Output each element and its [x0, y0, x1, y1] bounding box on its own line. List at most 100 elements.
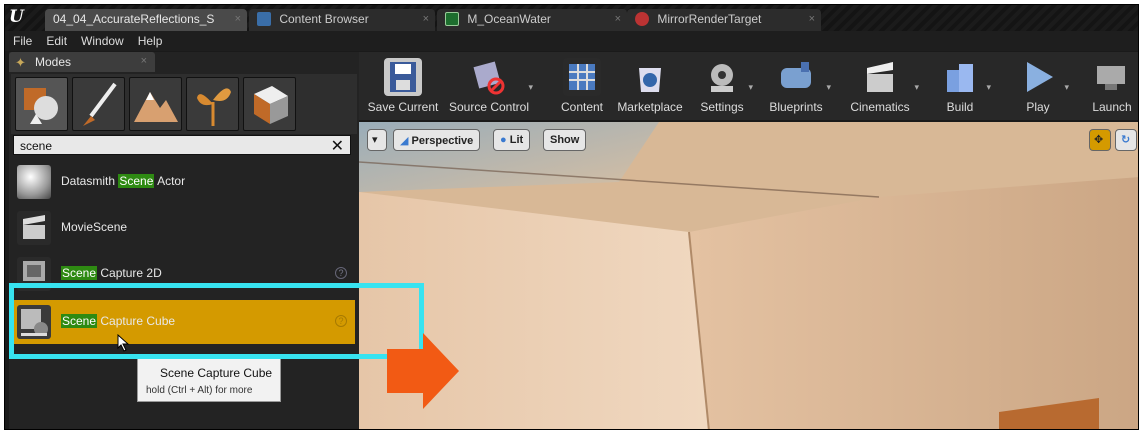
viewport-options-button[interactable]: ▾: [367, 129, 387, 151]
settings-label: Settings: [700, 100, 744, 114]
settings-button[interactable]: Settings ▾: [693, 52, 753, 120]
marketplace-button[interactable]: Marketplace: [613, 52, 687, 120]
close-icon[interactable]: ×: [615, 13, 621, 25]
build-label: Build: [946, 100, 974, 114]
list-item-label: Datasmith Scene Actor: [61, 174, 186, 188]
landscape-mode-button[interactable]: [129, 77, 182, 131]
menu-file[interactable]: File: [5, 31, 38, 48]
play-icon: [1019, 58, 1057, 96]
source-control-button[interactable]: Source Control ▾: [447, 52, 533, 120]
geometry-icon: [254, 86, 288, 124]
chevron-down-icon[interactable]: ▾: [748, 82, 753, 93]
chevron-down-icon[interactable]: ▾: [528, 82, 533, 93]
sphere-icon: [17, 165, 51, 199]
perspective-icon: ◢: [400, 135, 409, 147]
show-label: Show: [550, 134, 580, 146]
lit-label: Lit: [509, 134, 524, 146]
close-icon[interactable]: ×: [809, 13, 815, 25]
foliage-icon: [197, 88, 231, 126]
launch-button[interactable]: Launch: [1085, 52, 1138, 120]
content-button[interactable]: Content: [555, 52, 609, 120]
paint-mode-button[interactable]: [72, 77, 125, 131]
editor-window: U 04_04_AccurateReflections_S × Content …: [4, 4, 1139, 430]
blueprints-icon: [777, 58, 815, 96]
play-label: Play: [1026, 100, 1050, 114]
texture-icon: [635, 12, 649, 26]
menu-bar: File Edit Window Help: [5, 31, 1138, 51]
chevron-down-icon: ▾: [372, 134, 378, 146]
chevron-down-icon[interactable]: ▾: [914, 82, 919, 93]
mode-buttons: [11, 74, 357, 134]
modes-tab-label: Modes: [35, 55, 72, 69]
chevron-down-icon[interactable]: ▾: [826, 82, 831, 93]
rotate-icon: ↻: [1121, 134, 1131, 146]
tab-level[interactable]: 04_04_AccurateReflections_S ×: [45, 9, 247, 31]
rotate-mode-button[interactable]: ↻: [1115, 129, 1137, 151]
chevron-down-icon[interactable]: ▾: [1064, 82, 1069, 93]
grid-icon: [257, 12, 271, 26]
foliage-mode-button[interactable]: [186, 77, 239, 131]
tooltip-hint: hold (Ctrl + Alt) for more: [146, 385, 253, 396]
blueprints-button[interactable]: Blueprints ▾: [763, 52, 831, 120]
marketplace-icon: [631, 58, 669, 96]
launch-label: Launch: [1092, 100, 1132, 114]
list-item-moviescene[interactable]: MovieScene: [13, 206, 355, 250]
source-control-icon: [470, 58, 508, 96]
level-viewport[interactable]: ▾ ◢ Perspective ● Lit Show ✥ ↻: [359, 122, 1138, 429]
cinematics-label: Cinematics: [850, 100, 910, 114]
menu-help[interactable]: Help: [130, 31, 169, 48]
modes-panel: ✦ Modes × scene ✕ Datasmith Scene Actor …: [9, 52, 359, 429]
orange-arrow-icon: [387, 333, 459, 409]
perspective-button[interactable]: ◢ Perspective: [393, 129, 481, 151]
main-toolbar: Save Current Source Control ▾ Content Ma…: [359, 52, 1138, 120]
play-button[interactable]: Play ▾: [1009, 52, 1069, 120]
search-input[interactable]: scene ✕: [13, 135, 351, 155]
close-icon[interactable]: ×: [235, 13, 241, 25]
clapperboard-icon: [17, 211, 51, 245]
tab-ocean-water-label: M_OceanWater: [467, 12, 551, 26]
tab-mirror-render-target-label: MirrorRenderTarget: [657, 12, 762, 26]
place-mode-button[interactable]: [15, 77, 68, 131]
launch-icon: [1093, 58, 1131, 96]
perspective-label: Perspective: [411, 135, 474, 147]
show-button[interactable]: Show: [543, 129, 587, 151]
help-icon[interactable]: ?: [335, 267, 347, 279]
search-value: scene: [20, 139, 53, 153]
tab-content-browser[interactable]: Content Browser ×: [249, 9, 435, 31]
save-current-label: Save Current: [367, 100, 439, 114]
highlight-callout-box: [9, 283, 424, 359]
chevron-down-icon[interactable]: ▾: [986, 82, 991, 93]
translate-mode-button[interactable]: ✥: [1089, 129, 1111, 151]
save-current-button[interactable]: Save Current: [367, 52, 439, 120]
tab-mirror-render-target[interactable]: MirrorRenderTarget ×: [627, 9, 821, 31]
tooltip: Scene Capture Cube hold (Ctrl + Alt) for…: [137, 357, 281, 402]
close-icon[interactable]: ×: [423, 13, 429, 25]
unreal-logo-icon[interactable]: U: [9, 7, 31, 29]
move-icon: ✥: [1094, 134, 1104, 146]
source-control-label: Source Control: [448, 100, 530, 114]
clear-search-icon[interactable]: ✕: [331, 136, 344, 156]
modes-tab[interactable]: ✦ Modes ×: [9, 52, 155, 72]
content-label: Content: [560, 100, 604, 114]
content-grid-icon: [563, 58, 601, 96]
save-icon: [384, 58, 422, 96]
build-button[interactable]: Build ▾: [931, 52, 991, 120]
lit-sphere-icon: ●: [500, 134, 507, 146]
menu-edit[interactable]: Edit: [38, 31, 73, 48]
cinematics-button[interactable]: Cinematics ▾: [843, 52, 919, 120]
build-icon: [941, 58, 979, 96]
list-item-label: MovieScene: [61, 220, 128, 234]
lit-button[interactable]: ● Lit: [493, 129, 531, 151]
list-item-label: Scene Capture 2D: [61, 266, 162, 280]
tab-ocean-water[interactable]: M_OceanWater ×: [437, 9, 627, 31]
close-icon[interactable]: ×: [141, 55, 147, 67]
scene-render: [359, 122, 1138, 429]
paint-brush-icon: [83, 82, 117, 126]
landscape-icon: [134, 92, 178, 122]
geometry-mode-button[interactable]: [243, 77, 296, 131]
list-item-datasmith-scene-actor[interactable]: Datasmith Scene Actor: [13, 160, 355, 204]
marketplace-label: Marketplace: [617, 100, 683, 114]
material-icon: [445, 12, 459, 26]
menu-window[interactable]: Window: [73, 31, 130, 48]
tooltip-title: Scene Capture Cube: [160, 366, 273, 380]
